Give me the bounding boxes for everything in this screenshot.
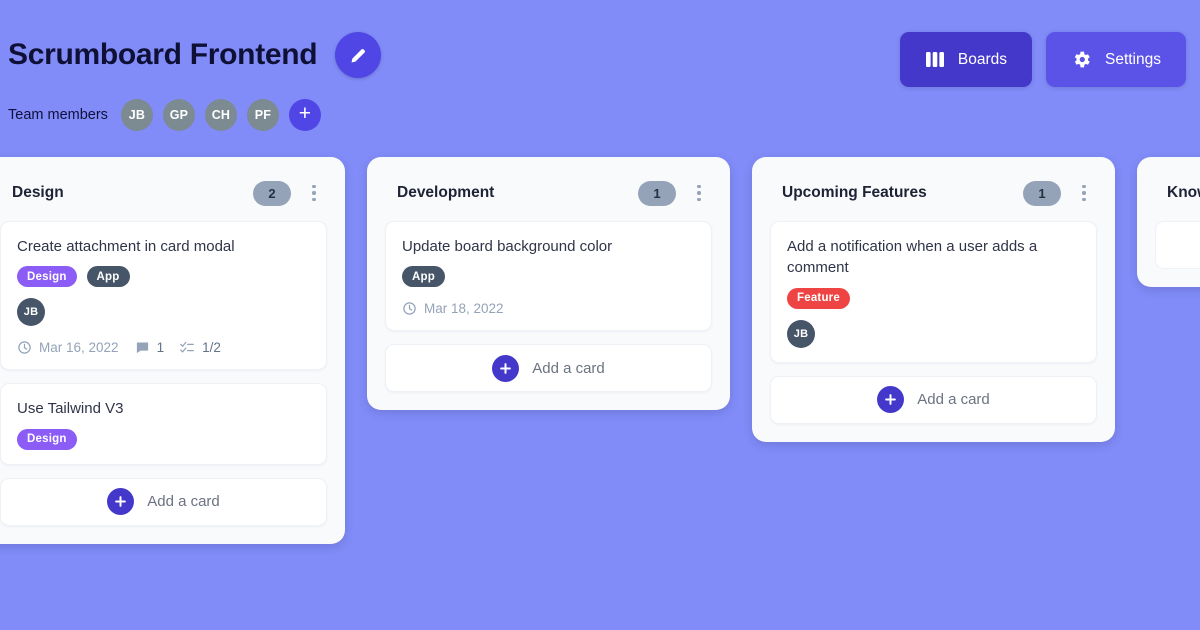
add-card-label: Add a card bbox=[147, 493, 220, 511]
add-member-button[interactable]: + bbox=[288, 99, 321, 131]
column-menu-button[interactable] bbox=[1075, 181, 1093, 205]
avatar[interactable]: GP bbox=[162, 99, 195, 131]
clock-icon bbox=[17, 340, 32, 355]
tag[interactable]: App bbox=[86, 266, 130, 288]
plus-icon bbox=[877, 386, 905, 414]
avatar[interactable]: PF bbox=[246, 99, 279, 131]
column-title: Design bbox=[12, 184, 64, 201]
tag[interactable]: Design bbox=[17, 428, 77, 450]
card[interactable]: Update board background color App Mar 18… bbox=[385, 221, 712, 332]
add-card-button[interactable]: Add a card bbox=[0, 477, 327, 526]
board-column-development: Development 1 Update board background co… bbox=[367, 157, 730, 411]
settings-button[interactable]: Settings bbox=[1045, 32, 1186, 87]
card-due-date: Mar 18, 2022 bbox=[424, 301, 504, 317]
columns-icon bbox=[925, 51, 945, 68]
page-title: Scrumboard Frontend bbox=[8, 38, 318, 71]
card-tags: Design bbox=[17, 428, 310, 450]
column-card-count: 1 bbox=[1023, 180, 1061, 206]
card-tags: Feature bbox=[787, 287, 1080, 309]
tag[interactable]: Feature bbox=[787, 287, 850, 309]
card-placeholder bbox=[1155, 221, 1200, 269]
column-header: Design 2 bbox=[0, 171, 327, 215]
column-title: Known Bugs bbox=[1167, 184, 1200, 201]
column-header: Upcoming Features 1 bbox=[770, 171, 1097, 215]
card-title: Create attachment in card modal bbox=[17, 238, 235, 255]
clock-icon bbox=[402, 301, 417, 316]
boards-button-label: Boards bbox=[957, 50, 1007, 68]
column-menu-button[interactable] bbox=[690, 181, 708, 205]
add-card-button[interactable]: Add a card bbox=[385, 344, 712, 393]
avatar[interactable]: CH bbox=[204, 99, 237, 131]
column-header: Known Bugs bbox=[1155, 171, 1200, 215]
board-columns: Design 2 Create attachment in card modal… bbox=[0, 157, 1200, 544]
board-column-known-bugs: Known Bugs bbox=[1137, 157, 1200, 287]
board-title-row: Scrumboard Frontend bbox=[8, 32, 382, 78]
add-card-label: Add a card bbox=[532, 359, 605, 377]
column-card-count: 2 bbox=[253, 180, 291, 206]
card-tags: Design App bbox=[17, 266, 310, 288]
tag[interactable]: App bbox=[402, 266, 445, 288]
comment-icon bbox=[135, 340, 150, 355]
card-avatars: JB bbox=[17, 298, 310, 327]
add-card-button[interactable]: Add a card bbox=[770, 375, 1097, 424]
header-actions: Boards Settings bbox=[899, 32, 1186, 87]
edit-board-button[interactable] bbox=[335, 32, 382, 78]
card-comment-count: 1 bbox=[156, 340, 165, 356]
board-column-upcoming-features: Upcoming Features 1 Add a notification w… bbox=[752, 157, 1115, 442]
boards-button[interactable]: Boards bbox=[899, 32, 1032, 87]
card-title: Use Tailwind V3 bbox=[17, 400, 124, 418]
card-title: Add a notification when a user adds a co… bbox=[787, 238, 1038, 277]
card-meta: Mar 18, 2022 bbox=[402, 301, 695, 316]
column-menu-button[interactable] bbox=[305, 181, 323, 205]
avatar[interactable]: JB bbox=[120, 99, 153, 131]
checklist-icon bbox=[179, 340, 195, 355]
card-meta: Mar 16, 2022 1 1/2 bbox=[17, 340, 310, 355]
pencil-icon bbox=[348, 45, 369, 66]
column-header: Development 1 bbox=[385, 171, 712, 215]
board-header: Scrumboard Frontend Team members JB GP C… bbox=[0, 0, 1200, 150]
column-title: Upcoming Features bbox=[782, 184, 927, 201]
card[interactable]: Use Tailwind V3 Design bbox=[0, 383, 327, 465]
card[interactable]: Create attachment in card modal Design A… bbox=[0, 221, 327, 371]
card-avatars: JB bbox=[787, 319, 1080, 348]
column-title: Development bbox=[397, 184, 495, 201]
card-checklist-progress: 1/2 bbox=[202, 340, 221, 356]
card-due-date: Mar 16, 2022 bbox=[39, 340, 119, 356]
avatar[interactable]: JB bbox=[17, 298, 45, 327]
column-card-count: 1 bbox=[638, 180, 676, 206]
tag[interactable]: Design bbox=[17, 266, 77, 288]
avatar[interactable]: JB bbox=[787, 319, 815, 348]
scrumboard-app: Scrumboard Frontend Team members JB GP C… bbox=[0, 0, 1200, 630]
card-tags: App bbox=[402, 266, 695, 288]
gear-icon bbox=[1071, 49, 1092, 70]
board-column-design: Design 2 Create attachment in card modal… bbox=[0, 157, 345, 544]
add-card-label: Add a card bbox=[917, 391, 990, 409]
card-title: Update board background color bbox=[402, 238, 613, 255]
settings-button-label: Settings bbox=[1104, 50, 1161, 68]
team-members-row: Team members JB GP CH PF + bbox=[8, 99, 321, 131]
card[interactable]: Add a notification when a user adds a co… bbox=[770, 221, 1097, 363]
plus-icon bbox=[107, 488, 135, 516]
plus-icon bbox=[492, 354, 520, 382]
team-members-label: Team members bbox=[8, 107, 108, 123]
